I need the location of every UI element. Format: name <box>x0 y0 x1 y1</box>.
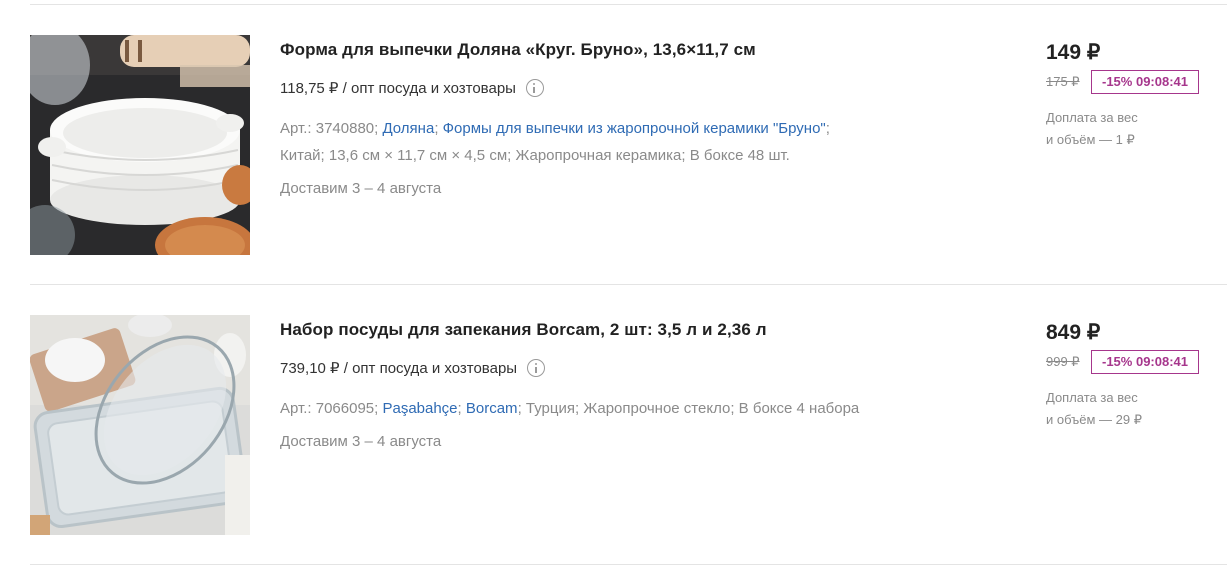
wholesale-price: 118,75 ₽ / опт посуда и хозтовары <box>280 79 544 97</box>
product-image[interactable] <box>30 315 250 535</box>
delivery-date: Доставим 3 – 4 августа <box>280 433 442 450</box>
discount-badge: -15% 09:08:41 <box>1091 70 1199 94</box>
product-title[interactable]: Набор посуды для запекания Borcam, 2 шт:… <box>280 320 767 340</box>
extra-fee-line1: Доплата за вес <box>1046 390 1138 405</box>
price: 149 ₽ <box>1046 41 1101 64</box>
article-number: Арт.: 3740880; <box>280 120 379 137</box>
extra-fee: Доплата за вес и объём — 1 ₽ <box>1046 107 1196 151</box>
attributes-text: Турция; Жаропрочное стекло; В боксе 4 на… <box>525 400 860 417</box>
discount-badge: -15% 09:08:41 <box>1091 350 1199 374</box>
product-image[interactable] <box>30 35 250 255</box>
wholesale-price: 739,10 ₽ / опт посуда и хозтовары <box>280 359 546 377</box>
product-attributes: Арт.: 3740880; Доляна; Формы для выпечки… <box>280 120 830 164</box>
info-circle-icon[interactable] <box>527 359 546 377</box>
product-attributes: Арт.: 7066095; Paşabahçe; Borcam; Турция… <box>280 400 860 417</box>
price: 849 ₽ <box>1046 321 1101 344</box>
extra-fee: Доплата за вес и объём — 29 ₽ <box>1046 387 1196 431</box>
article-number: Арт.: 7066095; <box>280 400 379 417</box>
info-circle-icon[interactable] <box>525 79 544 97</box>
wholesale-price-text: 118,75 ₽ / опт посуда и хозтовары <box>280 80 516 97</box>
divider-bottom <box>30 564 1227 565</box>
wholesale-price-text: 739,10 ₽ / опт посуда и хозтовары <box>280 360 518 377</box>
brand-link[interactable]: Доляна <box>382 120 434 137</box>
extra-fee-line2: и объём — 1 ₽ <box>1046 132 1135 147</box>
old-price: 175 ₽ <box>1046 74 1080 89</box>
product-card: Форма для выпечки Доляна «Круг. Бруно», … <box>0 5 1227 285</box>
delivery-date: Доставим 3 – 4 августа <box>280 180 442 197</box>
category-link[interactable]: Формы для выпечки из жаропрочной керамик… <box>443 120 826 137</box>
attributes-text: Китай; 13,6 см × 11,7 см × 4,5 см; Жароп… <box>280 147 790 164</box>
product-card: Набор посуды для запекания Borcam, 2 шт:… <box>0 285 1227 565</box>
brand-link[interactable]: Paşabahçe <box>382 400 457 417</box>
extra-fee-line2: и объём — 29 ₽ <box>1046 412 1142 427</box>
category-link[interactable]: Borcam <box>466 400 518 417</box>
product-title[interactable]: Форма для выпечки Доляна «Круг. Бруно», … <box>280 40 756 60</box>
old-price: 999 ₽ <box>1046 354 1080 369</box>
extra-fee-line1: Доплата за вес <box>1046 110 1138 125</box>
